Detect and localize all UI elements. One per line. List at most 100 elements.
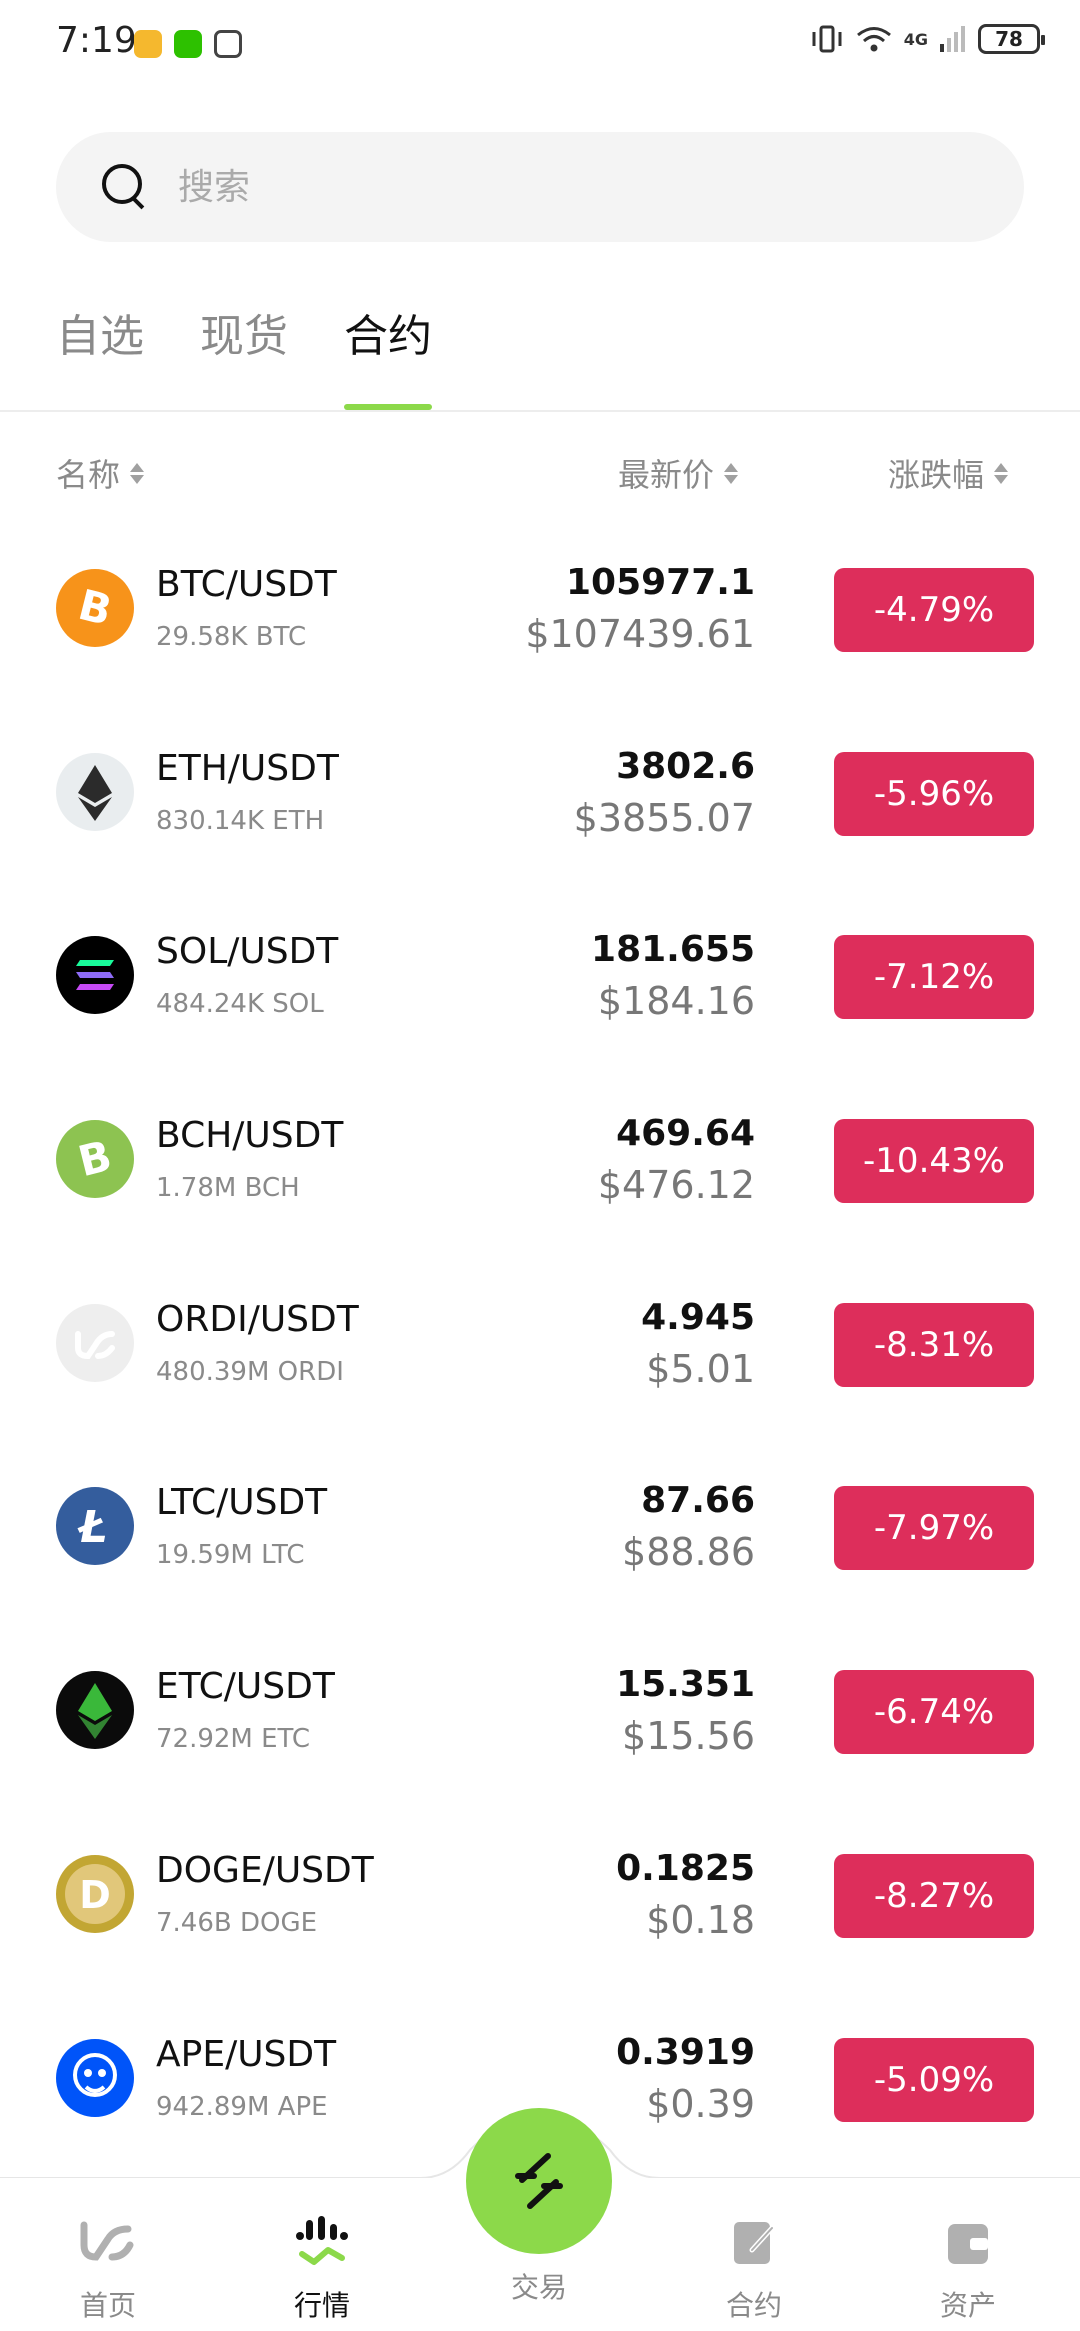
tab-spot[interactable]: 现货 [200, 300, 288, 410]
trade-button[interactable] [466, 2108, 612, 2254]
search-input[interactable] [178, 166, 938, 208]
nav-label: 首页 [79, 2289, 136, 2322]
market-list: B BTC/USDT 29.58K BTC 105977.1 $107439.6… [0, 520, 1080, 2173]
bch-icon: B [56, 1120, 134, 1199]
trade-icon [515, 2153, 563, 2209]
fiat-price: $107439.61 [525, 612, 755, 656]
vibrate-icon [812, 25, 842, 53]
change-badge[interactable]: -7.97% [834, 1486, 1034, 1571]
market-row[interactable]: ORDI/USDT 480.39M ORDI 4.945 $5.01 -8.31… [0, 1255, 1080, 1439]
last-price: 4.945 [641, 1296, 755, 1338]
market-row[interactable]: Ł LTC/USDT 19.59M LTC 87.66 $88.86 -7.97… [0, 1438, 1080, 1622]
change-badge[interactable]: -4.79% [834, 568, 1034, 652]
up-logo-icon [78, 2212, 138, 2272]
pair-name: DOGE/USDT [156, 1849, 374, 1891]
sort-by-name[interactable]: 名称 [56, 450, 145, 496]
svg-text:B: B [73, 1131, 116, 1186]
column-price-label: 最新价 [618, 456, 715, 494]
nav-label: 行情 [293, 2289, 350, 2322]
market-row[interactable]: B BCH/USDT 1.78M BCH 469.64 $476.12 -10.… [0, 1071, 1080, 1255]
last-price: 3802.6 [616, 745, 755, 787]
column-change-label: 涨跌幅 [888, 456, 985, 494]
sort-by-change[interactable]: 涨跌幅 [888, 450, 1009, 496]
pair-name: ETH/USDT [156, 747, 339, 789]
pair-name: ETC/USDT [156, 1666, 335, 1708]
market-row[interactable]: SOL/USDT 484.24K SOL 181.655 $184.16 -7.… [0, 887, 1080, 1071]
nav-market[interactable]: 行情 [252, 2212, 392, 2324]
sort-icon [130, 462, 145, 484]
change-badge[interactable]: -8.31% [834, 1302, 1034, 1387]
trade-label: 交易 [510, 2271, 567, 2304]
tab-futures[interactable]: 合约 [344, 300, 432, 410]
fiat-price: $184.16 [597, 979, 755, 1024]
volume: 29.58K BTC [156, 622, 307, 652]
last-price: 105977.1 [565, 562, 755, 603]
sort-icon [994, 462, 1009, 484]
change-badge[interactable]: -5.96% [834, 751, 1034, 836]
pair-name: APE/USDT [156, 2033, 337, 2075]
volume: 1.78M BCH [156, 1173, 300, 1204]
fiat-price: $5.01 [646, 1346, 755, 1391]
market-row[interactable]: B BTC/USDT 29.58K BTC 105977.1 $107439.6… [0, 520, 1080, 704]
market-row[interactable]: D DOGE/USDT 7.46B DOGE 0.1825 $0.18 -8.2… [0, 1806, 1080, 1990]
battery-icon: 78 [978, 24, 1045, 54]
column-headers: 名称 最新价 涨跌幅 [0, 450, 1080, 500]
market-row[interactable]: ETC/USDT 72.92M ETC 15.351 $15.56 -6.74% [0, 1622, 1080, 1806]
nav-futures[interactable]: 合约 [684, 2212, 824, 2324]
column-name-label: 名称 [56, 456, 121, 494]
change-badge[interactable]: -6.74% [834, 1670, 1034, 1755]
status-indicators: 4G 78 [810, 24, 1045, 54]
svg-text:B: B [74, 580, 117, 635]
wifi-icon [856, 27, 891, 52]
contract-icon [724, 2212, 784, 2272]
tab-watchlist[interactable]: 自选 [56, 300, 144, 410]
fiat-price: $3855.07 [573, 795, 755, 840]
network-type: 4G [903, 29, 928, 49]
change-badge[interactable]: -10.43% [834, 1119, 1034, 1204]
volume: 7.46B DOGE [156, 1907, 318, 1938]
nav-label: 资产 [939, 2289, 996, 2322]
doge-icon: D [56, 1854, 134, 1933]
pair-name: ORDI/USDT [156, 1298, 359, 1340]
change-badge[interactable]: -7.12% [834, 935, 1034, 1020]
pair-name: LTC/USDT [156, 1482, 328, 1524]
search-icon [100, 162, 150, 212]
market-tabs: 自选 现货 合约 [56, 300, 432, 410]
last-price: 0.1825 [616, 1847, 755, 1889]
ordi-icon [56, 1303, 134, 1382]
notification-icons [134, 30, 242, 58]
last-price: 0.3919 [616, 2031, 755, 2073]
wallet-icon [938, 2212, 998, 2272]
mail-notification-icon [134, 30, 162, 58]
sort-by-price[interactable]: 最新价 [618, 450, 739, 496]
nav-home[interactable]: 首页 [38, 2212, 178, 2324]
market-icon [292, 2212, 352, 2272]
volume: 72.92M ETC [156, 1724, 311, 1755]
last-price: 15.351 [616, 1664, 755, 1706]
fiat-price: $0.18 [646, 1897, 755, 1942]
last-price: 469.64 [616, 1113, 755, 1155]
volume: 480.39M ORDI [156, 1356, 344, 1387]
status-time: 7:19 [56, 20, 137, 61]
search-bar[interactable] [56, 132, 1024, 242]
tabs-divider [0, 410, 1080, 412]
market-row[interactable]: ETH/USDT 830.14K ETH 3802.6 $3855.07 -5.… [0, 704, 1080, 888]
eth-icon [56, 752, 134, 831]
sort-icon [724, 462, 739, 484]
svg-text:Ł: Ł [76, 1502, 107, 1553]
volume: 484.24K SOL [156, 989, 324, 1020]
nav-label: 合约 [725, 2289, 782, 2322]
nfc-icon [214, 30, 242, 58]
change-badge[interactable]: -8.27% [834, 1853, 1034, 1938]
fiat-price: $476.12 [597, 1163, 755, 1208]
pair-name: SOL/USDT [156, 931, 339, 973]
fiat-price: $88.86 [622, 1530, 755, 1575]
pair-name: BTC/USDT [156, 564, 337, 605]
nav-assets[interactable]: 资产 [898, 2212, 1038, 2324]
signal-icon [940, 26, 965, 52]
etc-icon [56, 1671, 134, 1750]
last-price: 87.66 [641, 1480, 755, 1522]
btc-icon: B [56, 569, 134, 647]
status-bar: 7:19 4G 78 [0, 0, 1080, 90]
ltc-icon: Ł [56, 1487, 134, 1566]
